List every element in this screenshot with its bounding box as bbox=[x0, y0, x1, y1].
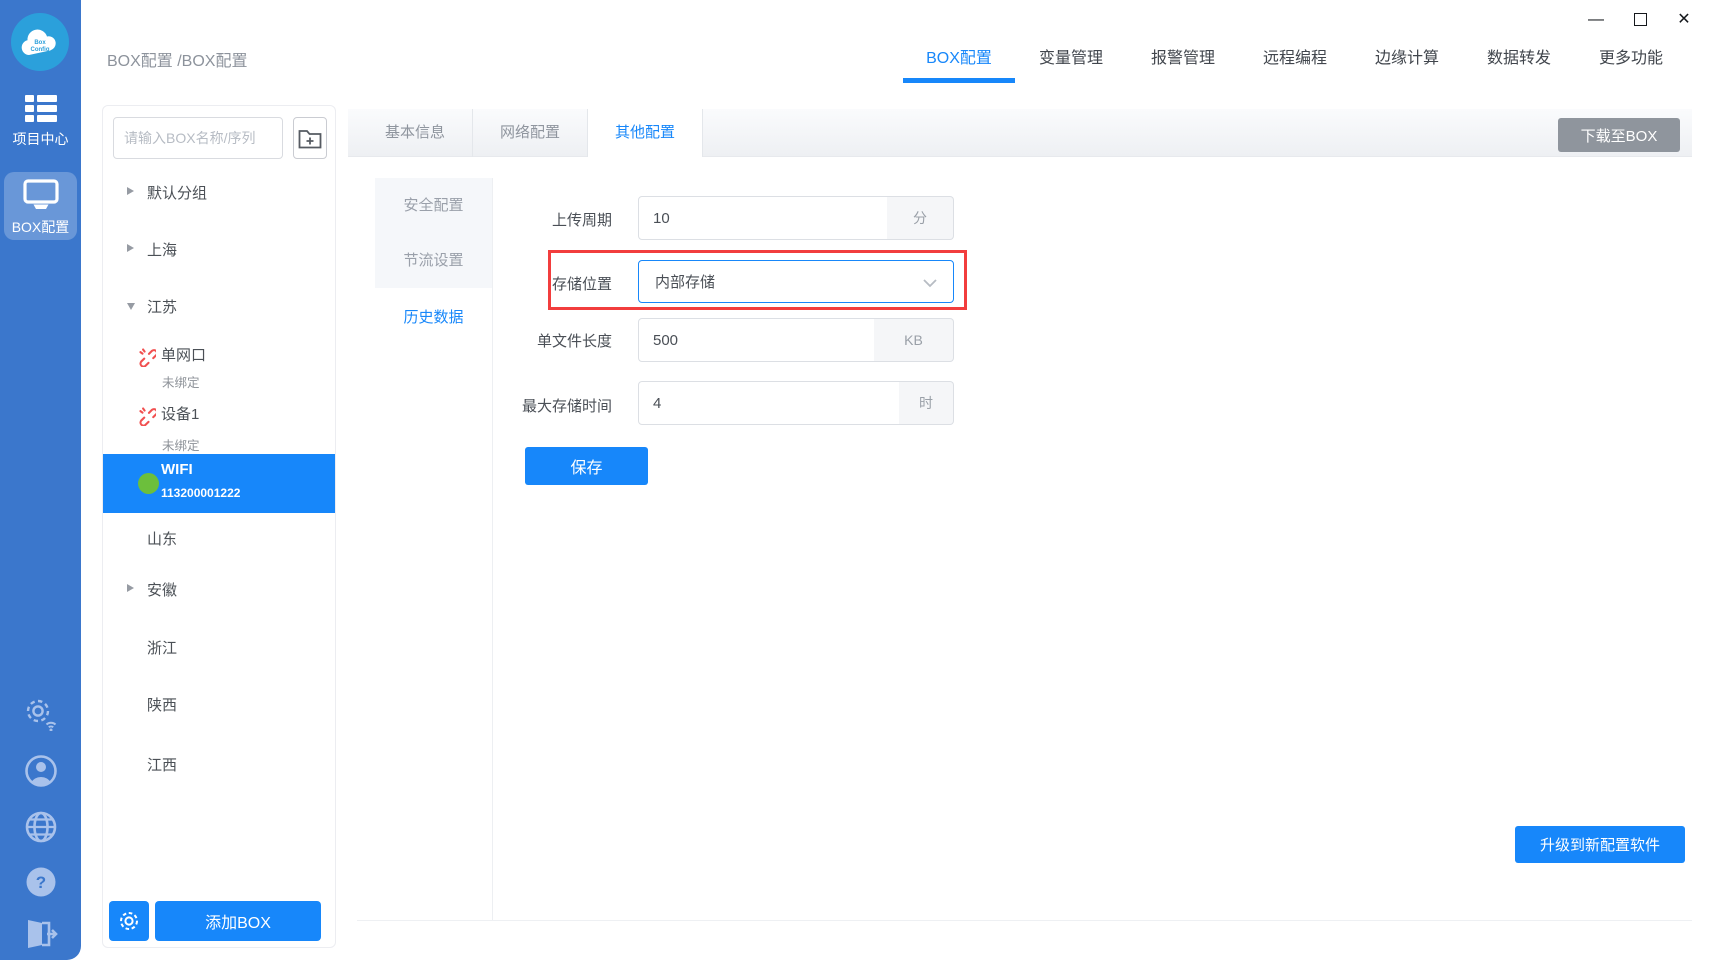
panel-settings-button[interactable] bbox=[109, 901, 149, 941]
max-storage-time-input[interactable] bbox=[638, 381, 900, 425]
tab-other-config[interactable]: 其他配置 bbox=[588, 109, 703, 157]
tree-group-jiangxi[interactable]: 江西 bbox=[103, 744, 335, 784]
cloud-logo-icon: Box Config bbox=[18, 27, 62, 57]
tab-basic-info[interactable]: 基本信息 bbox=[358, 109, 473, 157]
nav-item-remote-programming[interactable]: 远程编程 bbox=[1239, 0, 1351, 96]
upload-cycle-label: 上传周期 bbox=[482, 209, 612, 230]
nav-item-data-forwarding[interactable]: 数据转发 bbox=[1463, 0, 1575, 96]
upload-cycle-input[interactable] bbox=[638, 196, 888, 240]
tree-device-status: 未绑定 bbox=[162, 372, 200, 391]
sidebar-help-button[interactable]: ? bbox=[0, 866, 81, 898]
user-icon bbox=[24, 754, 58, 788]
tab-network-config[interactable]: 网络配置 bbox=[473, 109, 588, 157]
svg-text:Box: Box bbox=[34, 40, 46, 46]
online-green-dot-icon bbox=[138, 473, 159, 494]
main-tabs: 基本信息 网络配置 其他配置 bbox=[358, 109, 703, 157]
broken-link-icon bbox=[137, 405, 156, 426]
chevron-right-icon bbox=[127, 187, 134, 195]
tree-device-name[interactable]: 单网口 bbox=[161, 344, 206, 365]
subtab-security-config[interactable]: 安全配置 bbox=[375, 178, 492, 233]
sub-tab-column: 安全配置 节流设置 历史数据 bbox=[375, 178, 493, 920]
sidebar-item-project-center[interactable]: 项目中心 bbox=[4, 95, 77, 149]
other-config-panel: 安全配置 节流设置 历史数据 上传周期 分 存储位置 内部存储 单文件长度 KB… bbox=[357, 178, 1692, 921]
nav-item-edge-computing[interactable]: 边缘计算 bbox=[1351, 0, 1463, 96]
search-input[interactable] bbox=[113, 117, 283, 159]
maximize-icon bbox=[1634, 13, 1647, 26]
tree-group-jiangsu[interactable]: 江苏 bbox=[103, 286, 335, 326]
app-window: Box Config 项目中心 BOX配置 bbox=[0, 0, 1709, 960]
sidebar: Box Config 项目中心 BOX配置 bbox=[0, 0, 81, 960]
tree-device-serial: 113200001222 bbox=[161, 486, 240, 500]
nav-item-box-config[interactable]: BOX配置 bbox=[903, 0, 1015, 96]
sidebar-user-button[interactable] bbox=[0, 754, 81, 788]
storage-location-select[interactable]: 内部存储 bbox=[638, 260, 954, 303]
top-nav: BOX配置 变量管理 报警管理 远程编程 边缘计算 数据转发 更多功能 bbox=[903, 0, 1687, 96]
sidebar-settings-network-button[interactable] bbox=[0, 697, 81, 731]
max-storage-time-label: 最大存储时间 bbox=[482, 395, 612, 416]
chevron-right-icon bbox=[127, 244, 134, 252]
tree-device-name: WIFI bbox=[161, 461, 193, 478]
minimize-button[interactable]: — bbox=[1583, 6, 1609, 34]
grid-icon bbox=[25, 95, 57, 122]
folder-plus-icon bbox=[298, 128, 322, 149]
breadcrumb: BOX配置 /BOX配置 bbox=[107, 47, 247, 71]
question-icon: ? bbox=[25, 866, 57, 898]
tree-group-shaanxi[interactable]: 陕西 bbox=[103, 684, 335, 724]
save-button[interactable]: 保存 bbox=[525, 447, 648, 485]
file-length-label: 单文件长度 bbox=[482, 330, 612, 351]
add-group-button[interactable] bbox=[293, 117, 327, 159]
monitor-icon bbox=[23, 179, 59, 210]
gear-icon bbox=[118, 910, 140, 932]
exit-door-icon bbox=[23, 918, 59, 950]
download-to-box-button[interactable]: 下载至BOX bbox=[1558, 118, 1680, 152]
sidebar-item-box-config[interactable]: BOX配置 bbox=[4, 172, 77, 240]
sidebar-globe-button[interactable] bbox=[0, 810, 81, 844]
tree-group-shandong[interactable]: 山东 bbox=[103, 518, 335, 558]
file-length-unit: KB bbox=[874, 318, 954, 362]
header: BOX配置 /BOX配置 BOX配置 变量管理 报警管理 远程编程 边缘计算 数… bbox=[81, 0, 1709, 96]
sidebar-exit-button[interactable] bbox=[0, 918, 81, 950]
chevron-down-icon bbox=[127, 303, 135, 310]
nav-item-variable-mgmt[interactable]: 变量管理 bbox=[1015, 0, 1127, 96]
window-controls: — ✕ bbox=[1583, 6, 1697, 34]
storage-location-label: 存储位置 bbox=[482, 273, 612, 294]
storage-location-value: 内部存储 bbox=[655, 271, 715, 292]
tree-group-zhejiang[interactable]: 浙江 bbox=[103, 627, 335, 667]
upload-cycle-unit: 分 bbox=[887, 196, 954, 240]
upgrade-to-new-software-button[interactable]: 升级到新配置软件 bbox=[1515, 826, 1685, 863]
svg-text:Config: Config bbox=[31, 47, 50, 53]
tree-device-name[interactable]: 设备1 bbox=[161, 403, 199, 424]
add-box-button[interactable]: 添加BOX bbox=[155, 901, 321, 941]
box-tree-panel: 默认分组 上海 江苏 单网口 未绑定 设备1 未绑定 bbox=[102, 105, 336, 948]
app-logo: Box Config bbox=[11, 13, 69, 71]
subtab-history-data[interactable]: 历史数据 bbox=[375, 290, 492, 345]
maximize-button[interactable] bbox=[1627, 6, 1653, 34]
subtab-throttle-settings[interactable]: 节流设置 bbox=[375, 233, 492, 288]
chevron-right-icon bbox=[127, 584, 134, 592]
nav-item-alarm-mgmt[interactable]: 报警管理 bbox=[1127, 0, 1239, 96]
sidebar-item-label: 项目中心 bbox=[13, 131, 69, 147]
max-storage-time-unit: 时 bbox=[899, 381, 954, 425]
chevron-down-icon bbox=[923, 279, 937, 288]
file-length-input[interactable] bbox=[638, 318, 875, 362]
broken-link-icon bbox=[137, 346, 156, 367]
tree-group-anhui[interactable]: 安徽 bbox=[103, 569, 335, 609]
tree-device-wifi-selected[interactable]: WIFI 113200001222 bbox=[103, 454, 335, 513]
svg-text:?: ? bbox=[35, 873, 45, 892]
main-tab-bar: 基本信息 网络配置 其他配置 bbox=[348, 109, 1692, 157]
tree-group-shanghai[interactable]: 上海 bbox=[103, 229, 335, 269]
sidebar-item-label: BOX配置 bbox=[12, 219, 70, 235]
gear-wifi-icon bbox=[23, 697, 59, 731]
globe-icon bbox=[24, 810, 58, 844]
tree-device-status: 未绑定 bbox=[162, 435, 200, 454]
tree-group-default[interactable]: 默认分组 bbox=[103, 172, 335, 212]
close-button[interactable]: ✕ bbox=[1671, 6, 1697, 34]
